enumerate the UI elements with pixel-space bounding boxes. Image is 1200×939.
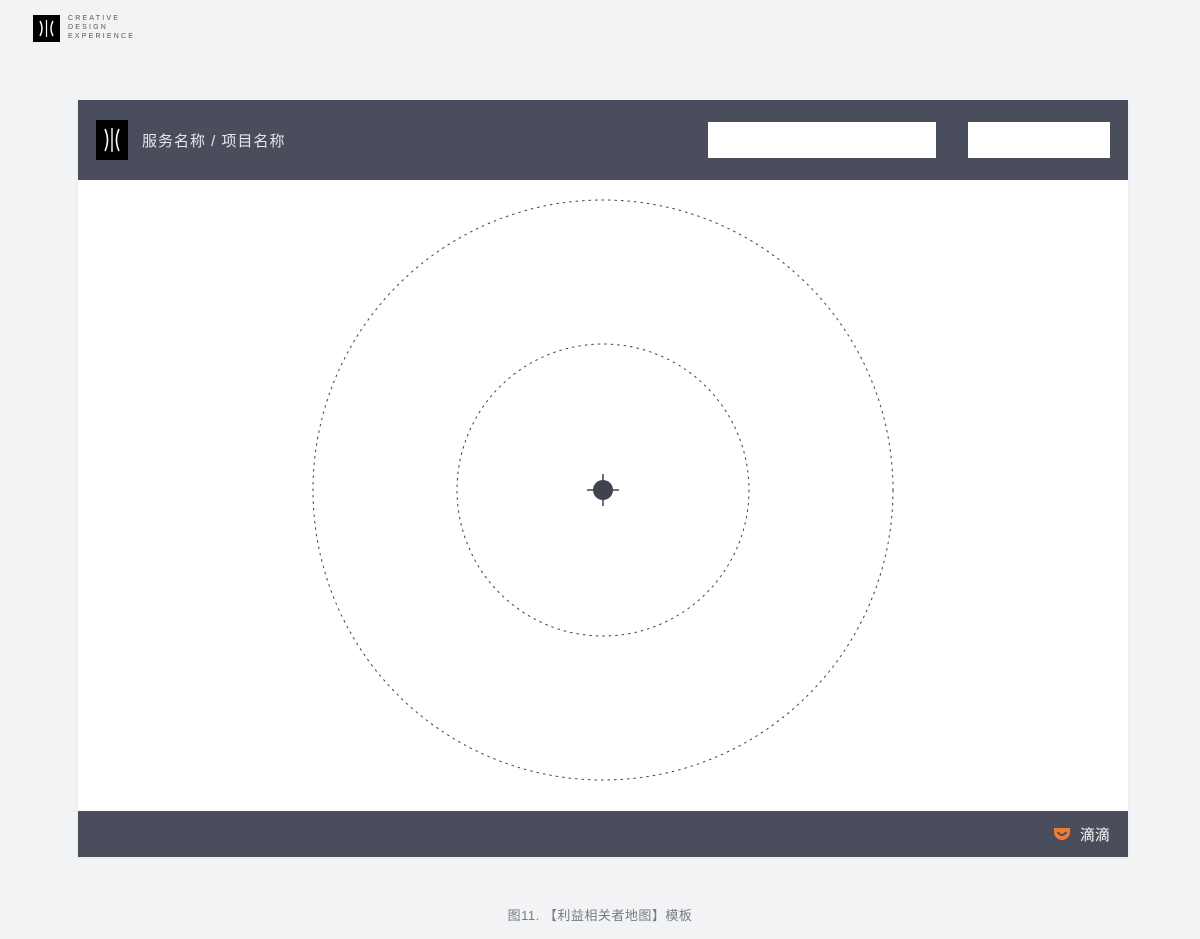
footer-brand-label: 滴滴 bbox=[1080, 824, 1110, 845]
brand-line-3: EXPERIENCE bbox=[68, 33, 135, 42]
header-slot-1[interactable] bbox=[708, 122, 936, 158]
template-card: 服务名称 / 项目名称 滴滴 bbox=[78, 100, 1128, 857]
didi-icon bbox=[1052, 824, 1072, 844]
center-dot bbox=[593, 480, 613, 500]
card-header: 服务名称 / 项目名称 bbox=[78, 100, 1128, 180]
page-brand: CREATIVE DESIGN EXPERIENCE bbox=[33, 15, 135, 42]
header-slot-2[interactable] bbox=[968, 122, 1110, 158]
figure-caption: 图11. 【利益相关者地图】模板 bbox=[0, 905, 1200, 924]
stakeholder-diagram bbox=[78, 180, 1128, 811]
card-header-logo-icon bbox=[96, 120, 128, 160]
card-body bbox=[78, 180, 1128, 811]
brand-text: CREATIVE DESIGN EXPERIENCE bbox=[68, 15, 135, 41]
brand-line-2: DESIGN bbox=[68, 24, 135, 33]
brand-mark-icon bbox=[33, 15, 60, 42]
card-header-title: 服务名称 / 项目名称 bbox=[142, 130, 286, 151]
card-footer: 滴滴 bbox=[78, 811, 1128, 857]
brand-line-1: CREATIVE bbox=[68, 15, 135, 24]
